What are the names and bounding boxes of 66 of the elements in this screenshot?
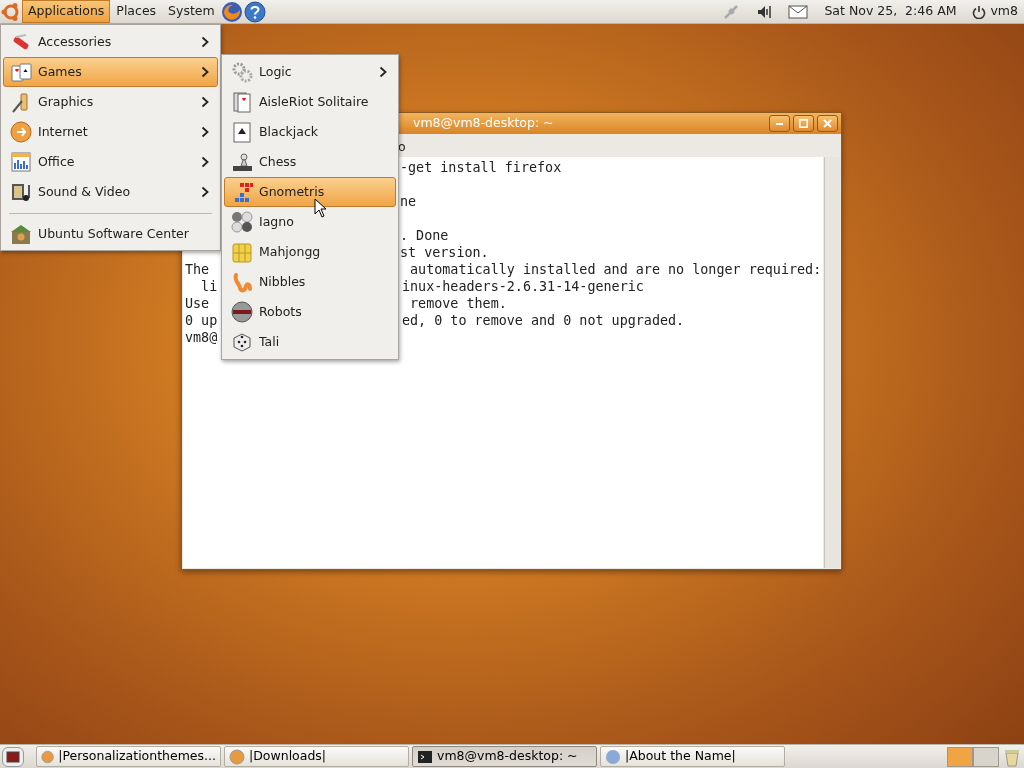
tiles-icon: [231, 241, 253, 263]
spreadsheet-icon: [10, 151, 32, 173]
menu-item[interactable]: Ubuntu Software Center: [3, 220, 218, 248]
menu-item[interactable]: Nibbles: [224, 267, 396, 297]
scrollbar[interactable]: [824, 157, 840, 568]
discs-icon: [231, 211, 253, 233]
dice-icon: [231, 331, 253, 353]
playing-card-icon: [231, 91, 253, 113]
terminal-line: -get install firefox: [400, 159, 562, 176]
film-music-icon: [10, 181, 32, 203]
terminal-line: ed, 0 to remove and 0 not upgraded.: [402, 312, 685, 329]
menu-item[interactable]: AisleRiot Solitaire: [224, 87, 396, 117]
terminal-line: Use: [185, 295, 210, 312]
menu-item[interactable]: Chess: [224, 147, 396, 177]
terminal-icon: [417, 748, 433, 765]
mail-icon[interactable]: [788, 3, 809, 20]
terminal-line: remove them.: [409, 295, 507, 312]
menu-item[interactable]: Office: [3, 147, 218, 177]
clock[interactable]: Sat Nov 25, 2:46 AM: [824, 2, 957, 21]
panel-menu[interactable]: Places: [110, 0, 163, 23]
taskbar-button[interactable]: |Personalizationthemes...: [36, 746, 221, 767]
menu-item[interactable]: Accessories: [3, 27, 218, 57]
menu-item[interactable]: Internet: [3, 117, 218, 147]
terminal-line: vm8@: [185, 329, 218, 346]
terminal-line: li: [200, 278, 218, 295]
minimize-button[interactable]: [769, 115, 790, 132]
menu-item[interactable]: Robots: [224, 297, 396, 327]
terminal-line: inux-headers-2.6.31-14-generic: [402, 278, 644, 295]
minimize-icon: [776, 122, 783, 125]
power-icon: [972, 4, 987, 19]
menu-item[interactable]: Gnometris: [224, 177, 396, 207]
panel-menu[interactable]: Applications: [22, 0, 111, 23]
worm-icon: [231, 271, 253, 293]
desktop-icon: [6, 750, 20, 763]
maximize-button[interactable]: [793, 115, 814, 132]
taskbar-button[interactable]: |About the Name|: [600, 746, 785, 767]
menu-item[interactable]: Sound & Video: [3, 177, 218, 207]
terminal-line: automatically installed and are no longer required:: [409, 261, 822, 278]
terminal-line: 0 up: [185, 312, 218, 329]
maximize-icon: [799, 119, 808, 128]
menu-item[interactable]: Games: [3, 57, 218, 87]
gears-icon: [231, 61, 253, 83]
menu-item[interactable]: Graphics: [3, 87, 218, 117]
robot-head-icon: [231, 301, 253, 323]
menu-label[interactable]: o: [398, 138, 406, 157]
menu-item[interactable]: Tali: [224, 327, 396, 357]
chess-pawn-icon: [231, 151, 253, 173]
panel-menu[interactable]: System: [162, 0, 221, 23]
menu-item[interactable]: Blackjack: [224, 117, 396, 147]
terminal-line: . Done: [400, 227, 449, 244]
terminal-line: ne: [400, 193, 417, 210]
close-icon: [823, 119, 832, 128]
show-desktop-button[interactable]: [2, 746, 24, 767]
window-title: vm8@vm8-desktop: ~: [413, 114, 555, 133]
terminal-line: The: [185, 261, 210, 278]
taskbar-button[interactable]: vm8@vm8-desktop: ~: [412, 746, 597, 767]
taskbar-button[interactable]: |Downloads|: [224, 746, 409, 767]
close-button[interactable]: [817, 115, 838, 132]
user-menu[interactable]: vm8: [972, 2, 1018, 21]
menu-item[interactable]: Mahjongg: [224, 237, 396, 267]
terminal-line: st version.: [400, 244, 489, 261]
menu-item[interactable]: Iagno: [224, 207, 396, 237]
mouse-cursor-icon: [314, 198, 328, 218]
playing-card-icon: [231, 121, 253, 143]
menu-item[interactable]: Logic: [224, 57, 396, 87]
cards-icon: [10, 61, 32, 83]
